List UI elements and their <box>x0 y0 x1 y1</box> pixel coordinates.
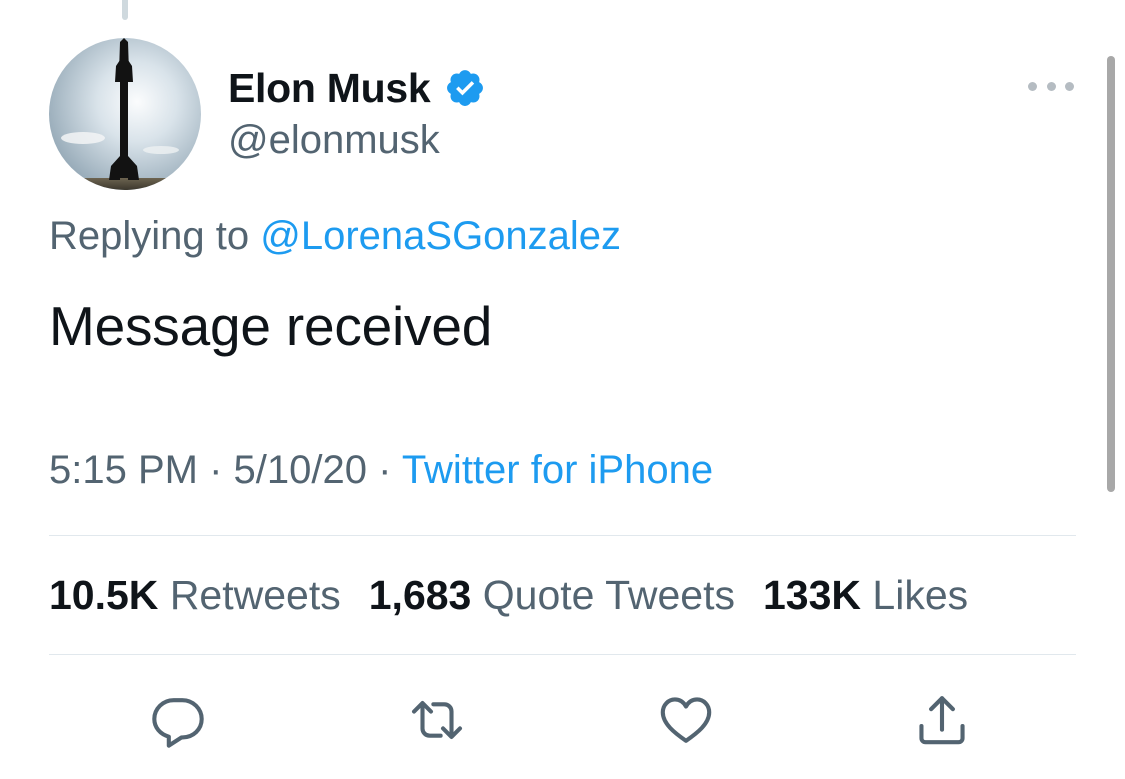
tweet-date[interactable]: 5/10/20 <box>234 448 367 492</box>
like-icon <box>660 697 712 743</box>
divider <box>49 535 1076 536</box>
likes-stat[interactable]: 133K Likes <box>763 572 968 618</box>
author-display-name[interactable]: Elon Musk <box>228 65 431 112</box>
author-name-row[interactable]: Elon Musk <box>228 62 486 114</box>
replying-to-prefix: Replying to <box>49 214 261 258</box>
more-options-icon[interactable] <box>1028 72 1074 100</box>
retweet-icon <box>411 701 463 739</box>
tweet-text: Message received <box>49 295 493 357</box>
tweet-time[interactable]: 5:15 PM <box>49 448 198 492</box>
meta-separator: · <box>197 448 234 492</box>
retweets-stat[interactable]: 10.5K Retweets <box>49 572 341 618</box>
thread-connector-line <box>122 0 128 20</box>
likes-count: 133K <box>763 572 862 618</box>
tweet-actions-bar <box>0 690 1125 750</box>
retweets-label: Retweets <box>169 572 341 618</box>
meta-separator: · <box>366 448 402 492</box>
retweet-button[interactable] <box>407 690 467 750</box>
author-handle[interactable]: @elonmusk <box>228 118 440 163</box>
divider <box>49 654 1076 655</box>
quote-tweets-count: 1,683 <box>368 572 472 618</box>
reply-icon <box>152 698 204 748</box>
tweet-stats: 10.5K Retweets 1,683 Quote Tweets 133K Lik… <box>49 572 996 619</box>
reply-mention-link[interactable]: @LorenaSGonzalez <box>260 214 621 258</box>
like-button[interactable] <box>656 690 716 750</box>
share-icon <box>919 696 965 745</box>
share-button[interactable] <box>912 690 972 750</box>
avatar[interactable] <box>49 38 201 190</box>
reply-button[interactable] <box>148 690 208 750</box>
more-dot <box>1028 81 1037 91</box>
quote-tweets-label: Quote Tweets <box>482 572 735 618</box>
tweet-detail-screen: Elon Musk @elonmusk Replying to @LorenaS… <box>0 0 1125 779</box>
starship-avatar-icon <box>49 38 201 190</box>
tweet-source-link[interactable]: Twitter for iPhone <box>402 448 713 492</box>
replying-to-line: Replying to @LorenaSGonzalez <box>49 214 621 259</box>
tweet-meta: 5:15 PM · 5/10/20 · Twitter for iPhone <box>49 448 713 493</box>
verified-badge-icon <box>447 70 484 106</box>
retweets-count: 10.5K <box>49 572 159 618</box>
more-dot <box>1046 81 1056 91</box>
quote-tweets-stat[interactable]: 1,683 Quote Tweets <box>369 572 735 618</box>
scrollbar[interactable] <box>1107 56 1115 492</box>
more-dot <box>1065 81 1074 91</box>
likes-label: Likes <box>872 572 969 618</box>
